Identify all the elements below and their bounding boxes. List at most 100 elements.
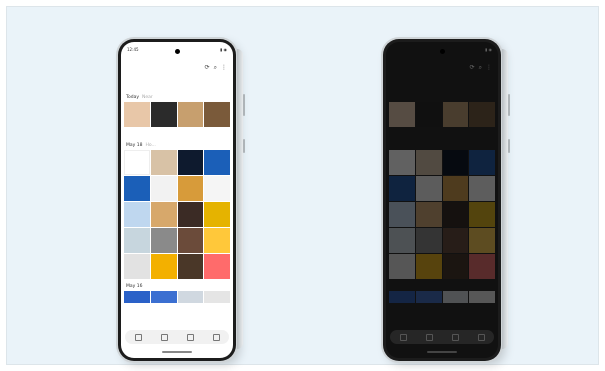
image-frame: 12:45 ▮ ◉ ⟳ ⌕ ⋮ TodayNear May 18Ho...: [6, 6, 599, 365]
photo-tile[interactable]: [469, 202, 495, 227]
menu-icon[interactable]: [212, 333, 220, 341]
photo-tile[interactable]: [389, 102, 415, 127]
photo-tile[interactable]: [124, 291, 150, 303]
photo-tile[interactable]: [124, 150, 150, 175]
photo-tile[interactable]: [469, 254, 495, 279]
pictures-icon[interactable]: [134, 333, 142, 341]
photo-tile[interactable]: [124, 202, 150, 227]
section-label-today: Today Near: [126, 95, 153, 100]
photo-tile[interactable]: [415, 291, 442, 303]
photo-tile[interactable]: [124, 102, 150, 127]
refresh-icon[interactable]: ⟳: [205, 64, 210, 72]
phone-screen: 12:45 ▮ ◉ ⟳ ⌕ ⋮ TodayNear May 18Ho...: [121, 42, 233, 358]
photo-tile[interactable]: [442, 202, 469, 227]
photo-tile[interactable]: [150, 150, 177, 175]
photo-tile[interactable]: [469, 176, 495, 201]
photo-tile[interactable]: [177, 254, 204, 279]
gesture-bar[interactable]: [162, 351, 192, 353]
photo-tile[interactable]: [150, 254, 177, 279]
photo-tile[interactable]: [415, 150, 442, 175]
photo-tile[interactable]: [469, 102, 495, 127]
photo-tile[interactable]: [204, 254, 230, 279]
photo-tile[interactable]: [124, 176, 150, 201]
front-camera: [174, 49, 180, 54]
photo-grid-today: [124, 102, 230, 127]
bottom-nav-bar: [125, 330, 229, 344]
power-button: [243, 139, 245, 153]
photo-tile[interactable]: [415, 228, 442, 253]
photo-tile[interactable]: [415, 254, 442, 279]
photo-tile[interactable]: [177, 176, 204, 201]
photo-tile[interactable]: [442, 176, 469, 201]
status-icons: ▮ ◉: [220, 47, 227, 52]
photo-tile[interactable]: [150, 228, 177, 253]
more-icon[interactable]: ⋮: [221, 64, 227, 72]
photo-grid-today: [389, 102, 495, 127]
search-icon[interactable]: ⌕: [479, 64, 482, 72]
photo-tile[interactable]: [389, 291, 415, 303]
section-label-may16: May 16: [126, 284, 142, 289]
section-subtitle: Near: [142, 95, 153, 100]
stories-icon[interactable]: [451, 333, 459, 341]
photo-tile[interactable]: [415, 176, 442, 201]
albums-icon[interactable]: [160, 333, 168, 341]
photo-tile[interactable]: [177, 102, 204, 127]
photo-tile[interactable]: [469, 291, 495, 303]
photo-tile[interactable]: [204, 176, 230, 201]
photo-tile[interactable]: [415, 102, 442, 127]
bottom-nav-bar: [390, 330, 494, 344]
photo-tile[interactable]: [469, 150, 495, 175]
photo-tile[interactable]: [442, 102, 469, 127]
photo-tile[interactable]: [389, 150, 415, 175]
photo-tile[interactable]: [177, 202, 204, 227]
section-label-may18: May 18 Ho...: [126, 143, 156, 148]
photo-tile[interactable]: [124, 254, 150, 279]
gesture-bar[interactable]: [427, 351, 457, 353]
photo-tile[interactable]: [150, 291, 177, 303]
photo-tile[interactable]: [389, 202, 415, 227]
photo-tile[interactable]: [150, 202, 177, 227]
phone-privacy-display: ▮ ◉ ⟳ ⌕ ⋮: [383, 39, 510, 361]
stories-icon[interactable]: [186, 333, 194, 341]
gallery-toolbar: ⟳ ⌕ ⋮: [470, 64, 492, 72]
status-icons: ▮ ◉: [485, 47, 492, 52]
photo-tile[interactable]: [124, 228, 150, 253]
photo-tile[interactable]: [204, 291, 230, 303]
photo-tile[interactable]: [177, 228, 204, 253]
phone-light-mode: 12:45 ▮ ◉ ⟳ ⌕ ⋮ TodayNear May 18Ho...: [118, 39, 245, 361]
photo-tile[interactable]: [204, 228, 230, 253]
search-icon[interactable]: ⌕: [214, 64, 217, 72]
volume-button: [508, 94, 510, 116]
section-subtitle: Ho...: [145, 143, 156, 148]
albums-icon[interactable]: [425, 333, 433, 341]
photo-tile[interactable]: [442, 228, 469, 253]
gallery-toolbar: ⟳ ⌕ ⋮: [205, 64, 227, 72]
photo-tile[interactable]: [204, 150, 230, 175]
photo-tile[interactable]: [442, 254, 469, 279]
photo-tile[interactable]: [150, 102, 177, 127]
photo-tile[interactable]: [442, 291, 469, 303]
photo-tile[interactable]: [204, 102, 230, 127]
status-time: 12:45: [127, 47, 139, 52]
photo-tile[interactable]: [442, 150, 469, 175]
photo-grid-may18: [124, 150, 230, 279]
pictures-icon[interactable]: [399, 333, 407, 341]
photo-tile[interactable]: [389, 228, 415, 253]
photo-grid-may18: [389, 150, 495, 279]
phone-screen: ▮ ◉ ⟳ ⌕ ⋮: [386, 42, 498, 358]
photo-grid-may16: [389, 291, 495, 303]
photo-tile[interactable]: [469, 228, 495, 253]
photo-tile[interactable]: [177, 150, 204, 175]
photo-tile[interactable]: [415, 202, 442, 227]
photo-grid-may16: [124, 291, 230, 303]
photo-tile[interactable]: [389, 176, 415, 201]
more-icon[interactable]: ⋮: [486, 64, 492, 72]
photo-tile[interactable]: [204, 202, 230, 227]
refresh-icon[interactable]: ⟳: [470, 64, 475, 72]
section-title: May 16: [126, 284, 143, 289]
photo-tile[interactable]: [177, 291, 204, 303]
power-button: [508, 139, 510, 153]
photo-tile[interactable]: [150, 176, 177, 201]
menu-icon[interactable]: [477, 333, 485, 341]
photo-tile[interactable]: [389, 254, 415, 279]
